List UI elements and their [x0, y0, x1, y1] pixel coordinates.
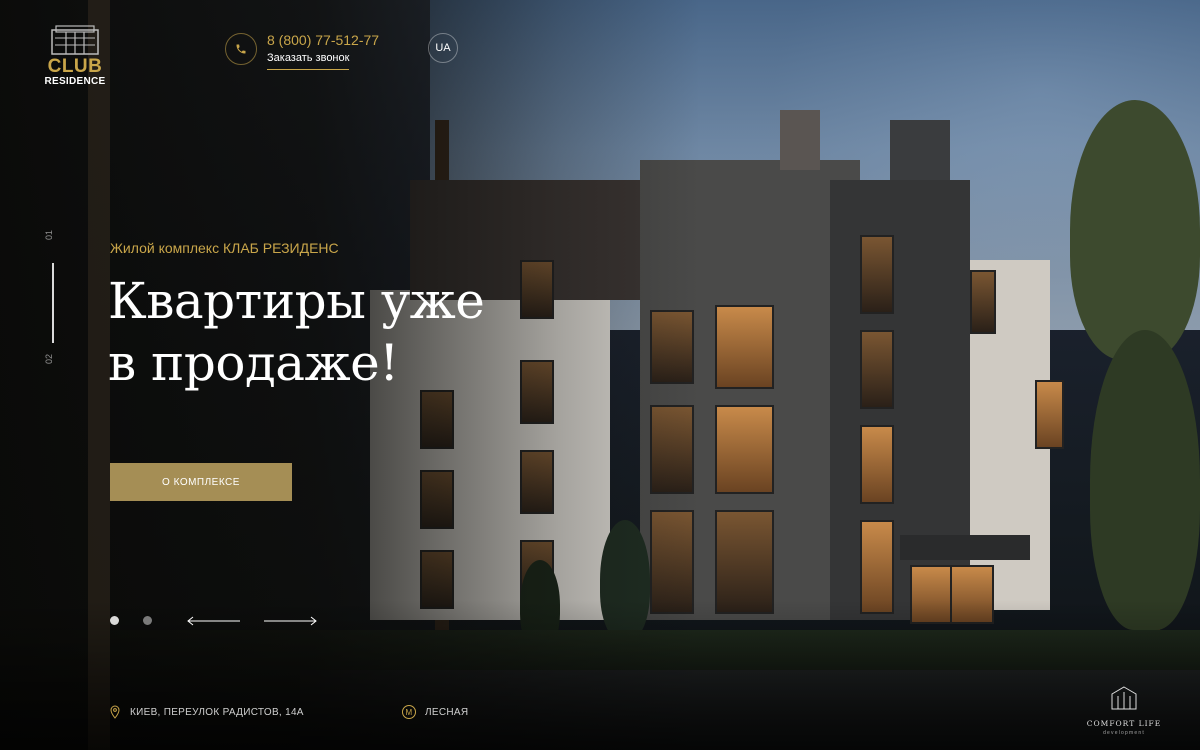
phone-icon	[236, 44, 246, 54]
logo-building-icon	[51, 25, 99, 55]
developer-building-icon	[1111, 686, 1137, 710]
slide-index-next[interactable]: 02	[44, 354, 54, 364]
phone-number-link[interactable]: 8 (800) 77-512-77	[267, 32, 379, 48]
prev-arrow-icon[interactable]	[186, 614, 242, 628]
site-logo[interactable]: CLUB RESIDENCE	[44, 24, 106, 88]
slide-progress-line	[52, 263, 54, 343]
developer-tagline: development	[1103, 730, 1145, 736]
slider-dot-2[interactable]	[143, 616, 152, 625]
about-complex-button[interactable]: О КОМПЛЕКСЕ	[110, 463, 292, 501]
hero-section: CLUB RESIDENCE 8 (800) 77-512-77 Заказат…	[0, 0, 1200, 750]
language-switcher[interactable]: UA	[428, 33, 458, 63]
address-info: КИЕВ, ПЕРЕУЛОК РАДИСТОВ, 14А	[110, 705, 304, 719]
developer-logo[interactable]: COMFORT LIFE development	[1084, 686, 1164, 736]
hero-headline: Квартиры уже в продаже!	[108, 270, 548, 394]
slide-index-current[interactable]: 01	[44, 230, 54, 240]
developer-name: COMFORT LIFE	[1086, 719, 1162, 728]
address-text: КИЕВ, ПЕРЕУЛОК РАДИСТОВ, 14А	[130, 706, 304, 718]
hero-subtitle: Жилой комплекс КЛАБ РЕЗИДЕНС	[110, 240, 339, 256]
metro-station-text: ЛЕСНАЯ	[425, 706, 469, 718]
hero-headline-line2: в продаже!	[108, 334, 399, 392]
tree-crown	[1090, 330, 1200, 630]
logo-text-club: CLUB	[47, 56, 103, 77]
next-arrow-icon[interactable]	[262, 614, 318, 628]
metro-icon: М	[402, 705, 416, 719]
hero-headline-line1: Квартиры уже	[108, 272, 485, 330]
metro-info: М ЛЕСНАЯ	[402, 705, 468, 719]
location-pin-icon	[110, 705, 120, 719]
callback-link[interactable]: Заказать звонок	[267, 52, 350, 70]
slider-dot-1[interactable]	[110, 616, 119, 625]
phone-button[interactable]	[225, 33, 257, 65]
bottom-overlay-gradient	[0, 600, 1200, 750]
logo-text-residence: RESIDENCE	[44, 76, 106, 87]
